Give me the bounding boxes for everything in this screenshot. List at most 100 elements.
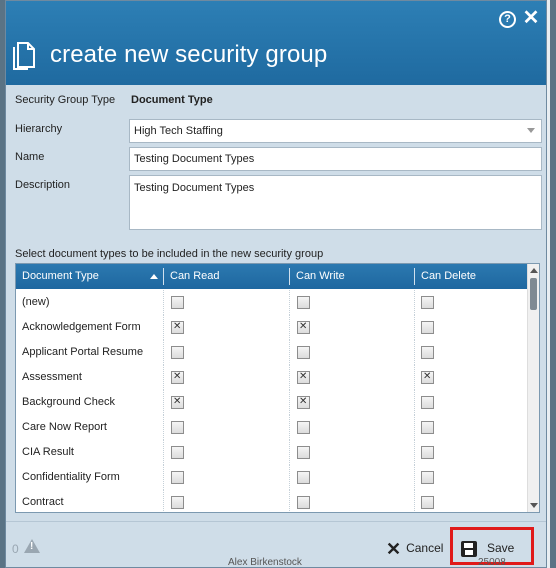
column-separator xyxy=(289,365,290,390)
can-write-checkbox[interactable] xyxy=(297,396,310,409)
can-write-checkbox[interactable] xyxy=(297,346,310,359)
can-read-checkbox[interactable] xyxy=(171,396,184,409)
column-header-can-delete[interactable]: Can Delete xyxy=(415,264,528,289)
hierarchy-label: Hierarchy xyxy=(15,123,63,135)
can-delete-checkbox[interactable] xyxy=(421,371,434,384)
dialog-title: create new security group xyxy=(50,41,328,68)
table-row: Care Now Report xyxy=(16,415,528,440)
document-type-name: CIA Result xyxy=(22,446,74,458)
can-write-checkbox[interactable] xyxy=(297,371,310,384)
can-write-checkbox[interactable] xyxy=(297,421,310,434)
column-separator xyxy=(289,390,290,415)
name-field[interactable]: Testing Document Types xyxy=(129,147,542,171)
table-row: Contract xyxy=(16,490,528,512)
column-separator xyxy=(163,490,164,512)
column-separator xyxy=(414,290,415,315)
question-circle-icon[interactable]: ? xyxy=(499,11,516,28)
column-separator xyxy=(414,490,415,512)
warning-count: 0 xyxy=(12,542,19,556)
can-delete-checkbox[interactable] xyxy=(421,296,434,309)
description-label: Description xyxy=(15,179,71,191)
column-separator xyxy=(414,340,415,365)
can-read-checkbox[interactable] xyxy=(171,371,184,384)
document-type-name: Applicant Portal Resume xyxy=(22,346,144,358)
background-footer-text: Alex Birkenstock xyxy=(228,557,302,568)
cancel-button-label: Cancel xyxy=(406,541,444,555)
scroll-thumb[interactable] xyxy=(530,278,537,310)
table-row: Assessment xyxy=(16,365,528,390)
can-write-checkbox[interactable] xyxy=(297,321,310,334)
cancel-button[interactable]: ✕ Cancel xyxy=(386,536,443,560)
grid-scrollbar[interactable] xyxy=(527,264,539,512)
description-field[interactable]: Testing Document Types xyxy=(129,175,542,230)
column-header-can-delete-label: Can Delete xyxy=(421,270,477,282)
can-delete-checkbox[interactable] xyxy=(421,321,434,334)
column-separator xyxy=(289,340,290,365)
column-header-document-type[interactable]: Document Type xyxy=(16,264,163,289)
background-footer-number: 25008 xyxy=(478,557,506,568)
column-separator xyxy=(163,465,164,490)
column-header-document-type-label: Document Type xyxy=(22,270,99,282)
name-label: Name xyxy=(15,151,45,163)
column-separator xyxy=(289,490,290,512)
document-type-name: Contract xyxy=(22,496,64,508)
column-separator xyxy=(163,390,164,415)
document-type-name: Assessment xyxy=(22,371,82,383)
can-delete-checkbox[interactable] xyxy=(421,346,434,359)
column-separator xyxy=(289,315,290,340)
document-type-name: Confidentiality Form xyxy=(22,471,120,483)
column-header-can-read[interactable]: Can Read xyxy=(164,264,289,289)
can-read-checkbox[interactable] xyxy=(171,296,184,309)
can-delete-checkbox[interactable] xyxy=(421,471,434,484)
scroll-down-icon[interactable] xyxy=(530,503,538,508)
column-separator xyxy=(163,315,164,340)
document-type-name: Care Now Report xyxy=(22,421,107,433)
security-group-type-value: Document Type xyxy=(131,94,213,106)
column-separator xyxy=(289,440,290,465)
warning-icon[interactable]: ! xyxy=(24,539,40,553)
scroll-up-icon[interactable] xyxy=(530,268,538,273)
security-group-type-label: Security Group Type xyxy=(15,94,116,106)
grid-instruction: Select document types to be included in … xyxy=(15,248,324,260)
close-icon[interactable]: ✕ xyxy=(522,7,540,29)
table-row: Applicant Portal Resume xyxy=(16,340,528,365)
close-icon: ✕ xyxy=(386,538,402,559)
background-strip-right xyxy=(550,0,556,568)
can-delete-checkbox[interactable] xyxy=(421,446,434,459)
table-row: Confidentiality Form xyxy=(16,465,528,490)
table-row: (new) xyxy=(16,290,528,315)
can-delete-checkbox[interactable] xyxy=(421,396,434,409)
column-separator xyxy=(289,415,290,440)
can-read-checkbox[interactable] xyxy=(171,321,184,334)
column-header-can-write-label: Can Write xyxy=(296,270,345,282)
document-type-name: (new) xyxy=(22,296,50,308)
can-read-checkbox[interactable] xyxy=(171,446,184,459)
column-header-can-write[interactable]: Can Write xyxy=(290,264,414,289)
document-icon xyxy=(13,42,35,70)
column-separator xyxy=(414,415,415,440)
sort-ascending-icon xyxy=(150,274,158,279)
column-separator xyxy=(163,290,164,315)
can-delete-checkbox[interactable] xyxy=(421,421,434,434)
hierarchy-select[interactable]: High Tech Staffing xyxy=(129,119,542,143)
can-write-checkbox[interactable] xyxy=(297,296,310,309)
save-button-label: Save xyxy=(487,541,515,555)
name-field-value: Testing Document Types xyxy=(134,153,255,165)
table-row: CIA Result xyxy=(16,440,528,465)
can-read-checkbox[interactable] xyxy=(171,346,184,359)
can-read-checkbox[interactable] xyxy=(171,421,184,434)
save-icon xyxy=(461,540,477,557)
column-separator xyxy=(414,465,415,490)
can-delete-checkbox[interactable] xyxy=(421,496,434,509)
can-write-checkbox[interactable] xyxy=(297,496,310,509)
can-write-checkbox[interactable] xyxy=(297,446,310,459)
column-separator xyxy=(414,315,415,340)
can-read-checkbox[interactable] xyxy=(171,496,184,509)
column-separator xyxy=(414,390,415,415)
dialog-title-bar: create new security group ? ✕ xyxy=(6,1,546,85)
column-separator xyxy=(163,440,164,465)
document-type-name: Background Check xyxy=(22,396,115,408)
can-read-checkbox[interactable] xyxy=(171,471,184,484)
can-write-checkbox[interactable] xyxy=(297,471,310,484)
create-security-group-dialog: create new security group ? ✕ Security G… xyxy=(5,0,547,568)
